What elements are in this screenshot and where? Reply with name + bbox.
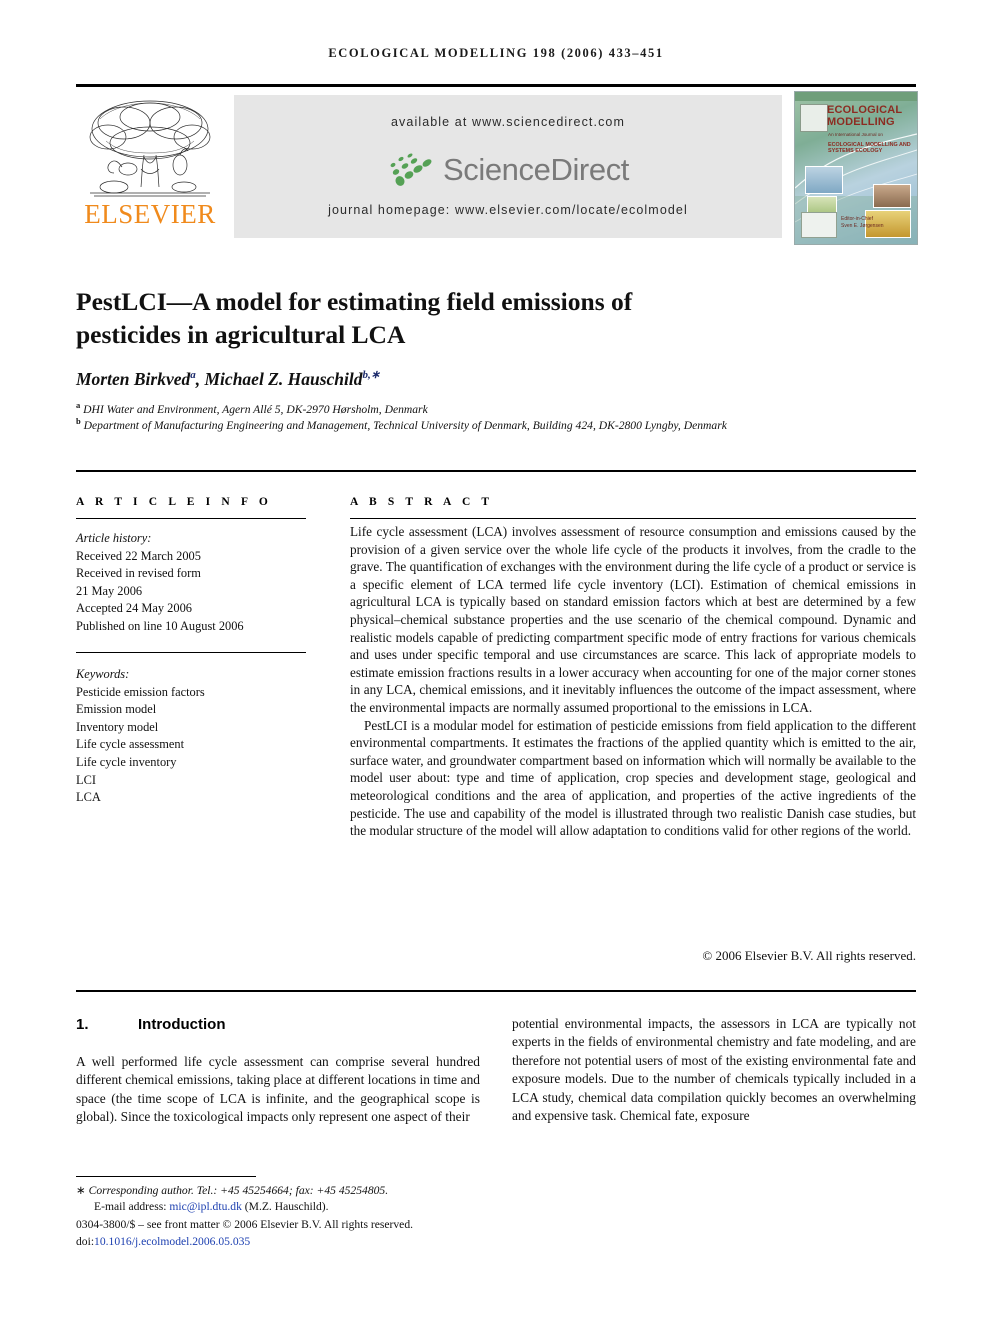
cover-subtitle: An International Journal on — [828, 132, 883, 137]
history-item: Received in revised form — [76, 566, 201, 581]
keyword-item: LCA — [76, 790, 101, 805]
section-title: Introduction — [138, 1016, 226, 1033]
footnote-issn: 0304-3800/$ – see front matter © 2006 El… — [76, 1218, 414, 1231]
running-head: ECOLOGICAL MODELLING 198 (2006) 433–451 — [328, 46, 664, 60]
email-label: E-mail address: — [94, 1200, 167, 1213]
affiliation-b-text: Department of Manufacturing Engineering … — [83, 418, 727, 432]
elsevier-tree-icon — [89, 100, 211, 197]
sciencedirect-wordmark: ScienceDirect — [442, 152, 630, 187]
elsevier-logo: ELSEVIER — [76, 95, 224, 243]
cover-top-bar — [795, 92, 917, 101]
history-item: Published on line 10 August 2006 — [76, 618, 244, 633]
author-list: Morten Birkveda, Michael Z. Hauschildb,∗ — [76, 368, 380, 389]
doi-link[interactable]: 10.1016/j.ecolmodel.2006.05.035 — [94, 1235, 250, 1248]
divider-info-heading — [76, 518, 306, 519]
footnote-doi: doi:10.1016/j.ecolmodel.2006.05.035 — [76, 1234, 496, 1250]
cover-title-line2: MODELLING — [827, 115, 895, 128]
keyword-item: Pesticide emission factors — [76, 684, 205, 699]
cover-scope: ECOLOGICAL MODELLING AND SYSTEMS ECOLOGY — [828, 142, 916, 155]
article-history-label: Article history: — [76, 531, 152, 545]
affiliation-a-marker: a — [76, 400, 81, 410]
body-column-left: A well performed life cycle assessment c… — [76, 1054, 480, 1125]
cover-footer-mark — [801, 212, 837, 238]
journal-homepage-text[interactable]: journal homepage: www.elsevier.com/locat… — [234, 203, 782, 217]
keyword-item: Emission model — [76, 702, 157, 717]
abstract-paragraph: PestLCI is a modular model for estimatio… — [350, 717, 916, 839]
keyword-item: Life cycle inventory — [76, 754, 177, 769]
keywords-label: Keywords: — [76, 667, 130, 681]
body-column-right: potential environmental impacts, the ass… — [512, 1016, 916, 1124]
doi-label: doi: — [76, 1235, 95, 1248]
sciencedirect-logo[interactable]: ScienceDirect — [234, 147, 782, 193]
abstract-copyright: © 2006 Elsevier B.V. All rights reserved… — [702, 948, 916, 963]
divider-abstract-heading — [350, 518, 916, 519]
elsevier-wordmark: ELSEVIER — [84, 199, 216, 229]
cover-editor-label: Editor-in-Chief — [841, 216, 873, 222]
sciencedirect-leaf-icon — [390, 153, 432, 186]
journal-cover-thumbnail: ECOLOGICAL MODELLING An International Jo… — [794, 91, 918, 245]
divider-footnote — [76, 1176, 256, 1177]
cover-footer: Editor-in-Chief Sven E. Jørgensen — [801, 212, 911, 238]
history-item: Received 22 March 2005 — [76, 548, 201, 563]
cover-photo-birds — [805, 166, 843, 194]
corresponding-marker: ∗ — [76, 1184, 86, 1197]
cover-editor: Editor-in-Chief Sven E. Jørgensen — [841, 216, 913, 230]
page-title: PestLCI—A model for estimating field emi… — [76, 287, 633, 350]
sciencedirect-banner: available at www.sciencedirect.com Scien… — [234, 95, 782, 238]
cover-scope-line2: SYSTEMS ECOLOGY — [828, 148, 883, 155]
footnote-corresponding-author: ∗ Corresponding author. Tel.: +45 452546… — [76, 1183, 496, 1199]
cover-scope-line1: ECOLOGICAL MODELLING AND — [828, 142, 911, 148]
affiliation-b: b Department of Manufacturing Engineerin… — [76, 414, 866, 433]
keyword-item: LCI — [76, 772, 96, 787]
divider-keywords — [76, 652, 306, 653]
divider-above-info — [76, 470, 916, 472]
cover-editor-name: Sven E. Jørgensen — [841, 223, 884, 229]
email-suffix: (M.Z. Hauschild). — [244, 1200, 329, 1213]
abstract-heading: A B S T R A C T — [350, 496, 494, 508]
paper-page: ECOLOGICAL MODELLING 198 (2006) 433–451 — [0, 0, 992, 1323]
cover-journal-title: ECOLOGICAL MODELLING — [827, 104, 913, 128]
keyword-item: Inventory model — [76, 719, 159, 734]
available-at-text: available at www.sciencedirect.com — [390, 115, 625, 129]
corresponding-text: Corresponding author. Tel.: +45 45254664… — [88, 1184, 389, 1197]
abstract-paragraph: Life cycle assessment (LCA) involves ass… — [350, 524, 916, 715]
cover-elsevier-mark — [800, 104, 828, 132]
footnote-email: E-mail address: mic@ipl.dtu.dk (M.Z. Hau… — [94, 1199, 494, 1215]
cover-title-line1: ECOLOGICAL — [827, 104, 903, 116]
email-link[interactable]: mic@ipl.dtu.dk — [169, 1200, 242, 1213]
keyword-item: Life cycle assessment — [76, 737, 185, 752]
article-info-heading: A R T I C L E I N F O — [76, 496, 272, 508]
abstract-body: Life cycle assessment (LCA) involves ass… — [350, 523, 916, 840]
article-history: Article history: Received 22 March 2005 … — [76, 530, 306, 636]
cover-photo-people — [873, 184, 911, 208]
divider-below-abstract — [76, 990, 916, 992]
history-item: 21 May 2006 — [76, 583, 143, 598]
affiliation-b-marker: b — [76, 416, 81, 426]
journal-masthead: ELSEVIER available at www.sciencedirect.… — [76, 84, 918, 245]
history-item: Accepted 24 May 2006 — [76, 601, 192, 616]
section-number: 1. — [76, 1016, 89, 1033]
keywords-block: Keywords: Pesticide emission factors Emi… — [76, 666, 306, 807]
